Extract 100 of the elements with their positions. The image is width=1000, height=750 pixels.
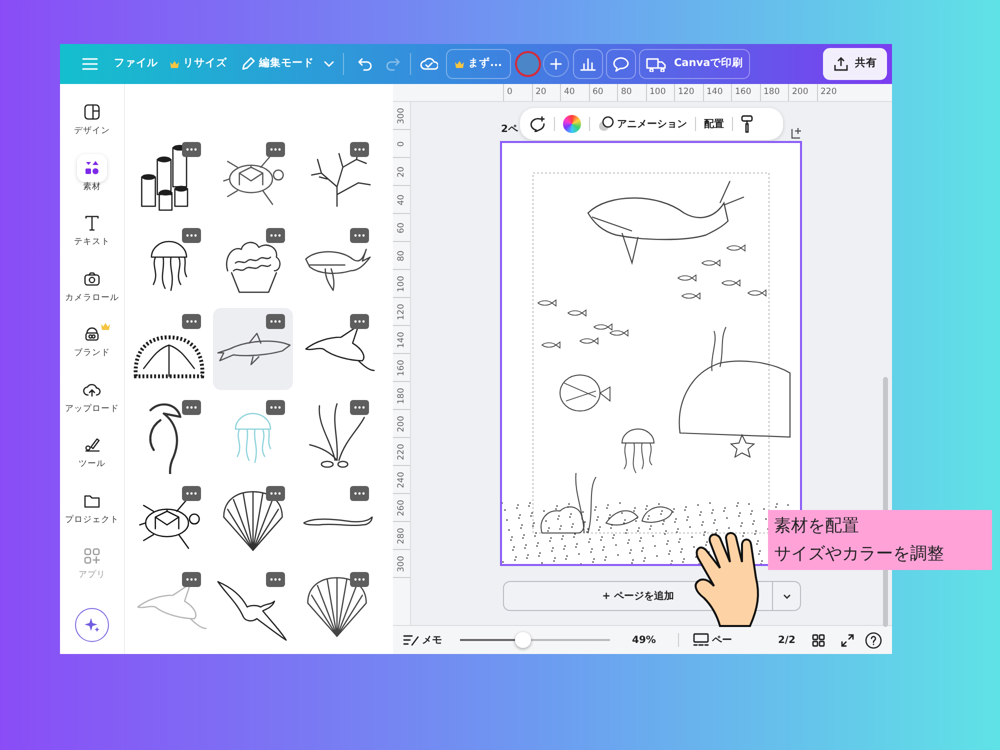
ruler-label: 260	[395, 499, 408, 516]
ruler-label: 140	[702, 84, 731, 101]
more-button[interactable]	[182, 228, 201, 243]
ruler-label: 40	[395, 194, 408, 205]
notes-button[interactable]: メモ	[403, 632, 442, 648]
position-button[interactable]: 配置	[704, 116, 724, 132]
speech-bubble-icon	[612, 56, 629, 72]
animation-icon	[598, 116, 614, 132]
more-button[interactable]	[266, 314, 285, 329]
share-button[interactable]: 共有	[823, 48, 887, 80]
sidebar-item[interactable]: デザイン	[60, 98, 124, 154]
chevron-down-icon	[324, 61, 334, 67]
truck-icon	[646, 56, 666, 72]
more-icon	[186, 578, 197, 581]
more-button[interactable]	[182, 314, 201, 329]
ruler-label: 300	[395, 555, 408, 572]
sidebar-item[interactable]: アップロード	[60, 376, 124, 431]
menu-icon	[82, 57, 98, 71]
more-button[interactable]	[350, 400, 369, 415]
more-button[interactable]	[350, 228, 369, 243]
text-icon	[83, 214, 101, 232]
format-painter-button[interactable]	[741, 115, 753, 133]
add-page-icon-button[interactable]	[789, 126, 803, 140]
page-count: 2/2	[778, 634, 796, 648]
sidebar-item[interactable]: テキスト	[60, 209, 124, 264]
ruler-label: 20	[395, 166, 408, 177]
fullscreen-button[interactable]	[840, 634, 854, 646]
more-icon	[354, 320, 365, 323]
ruler-label: 200	[788, 84, 816, 101]
help-button[interactable]	[865, 632, 882, 648]
more-icon	[186, 234, 197, 237]
ruler-label: 120	[395, 303, 408, 320]
undo-icon	[357, 57, 373, 71]
zoom-percentage: 49%	[632, 634, 656, 648]
ruler-label: 80	[395, 250, 408, 261]
ruler-label: 160	[395, 359, 408, 376]
ruler-label: 180	[395, 387, 408, 404]
expand-icon	[840, 634, 854, 646]
more-button[interactable]	[350, 314, 369, 329]
color-button[interactable]	[563, 115, 581, 133]
ruler-label: 120	[674, 84, 702, 101]
more-icon	[354, 234, 365, 237]
more-button[interactable]	[266, 142, 285, 157]
notes-icon	[403, 634, 419, 646]
ruler-label: 40	[560, 84, 588, 101]
ruler-label: 20	[532, 84, 560, 101]
upgrade-button[interactable]: まず...	[446, 49, 511, 79]
redo-icon	[385, 57, 401, 71]
more-button[interactable]	[266, 400, 285, 415]
more-icon	[186, 320, 197, 323]
magic-button[interactable]	[75, 608, 109, 642]
more-icon	[270, 492, 281, 495]
ruler-label: 140	[395, 331, 408, 348]
more-button[interactable]	[350, 486, 369, 501]
bar-chart-icon	[580, 57, 596, 71]
brand-kit-icon	[83, 325, 101, 343]
more-button[interactable]	[266, 486, 285, 501]
add-comment-button[interactable]	[528, 116, 546, 132]
more-button[interactable]	[266, 572, 285, 587]
ruler-label: 220	[395, 443, 408, 460]
sidebar-item[interactable]: ブランド	[60, 320, 124, 376]
sidebar-item[interactable]: 素材	[60, 154, 124, 209]
more-icon	[270, 320, 281, 323]
comment-button[interactable]	[606, 49, 636, 79]
pen-tool-icon	[83, 436, 101, 454]
grid-view-button[interactable]	[812, 634, 825, 646]
more-button[interactable]	[350, 572, 369, 587]
add-page-icon	[789, 126, 803, 140]
ruler-label: 200	[395, 415, 408, 432]
ruler-label: 220	[816, 84, 845, 101]
chevron-down-icon	[782, 594, 790, 600]
more-button[interactable]	[182, 142, 201, 157]
ruler-label: 60	[395, 222, 408, 233]
upload-icon	[833, 56, 849, 72]
more-icon	[270, 406, 281, 409]
page-title: 2ペ	[501, 123, 518, 137]
camera-icon	[83, 270, 101, 288]
cloud-check-icon	[420, 57, 438, 71]
pencil-icon	[241, 57, 255, 71]
sidebar-item[interactable]: プロジェクト	[60, 486, 124, 542]
more-button[interactable]	[182, 572, 201, 587]
more-icon	[354, 578, 365, 581]
print-button[interactable]: Canvaで印刷	[638, 49, 750, 79]
ruler-label: 80	[617, 84, 646, 101]
animation-button[interactable]: アニメーション	[598, 116, 687, 132]
sidebar-item[interactable]: ツール	[60, 431, 124, 486]
more-button[interactable]	[182, 486, 201, 501]
sidebar-item[interactable]: カメラロール	[60, 264, 124, 320]
pages-button[interactable]: ペー	[692, 632, 732, 648]
ruler-label: 300	[395, 107, 408, 124]
more-icon	[270, 578, 281, 581]
ruler-label: 60	[588, 84, 617, 101]
ruler-label: 280	[395, 527, 408, 544]
apps-icon	[83, 547, 101, 565]
add-collaborator-button[interactable]	[542, 51, 569, 77]
more-button[interactable]	[266, 228, 285, 243]
more-button[interactable]	[350, 142, 369, 157]
more-button[interactable]	[182, 400, 201, 415]
more-icon	[270, 234, 281, 237]
analytics-button[interactable]	[572, 49, 603, 79]
